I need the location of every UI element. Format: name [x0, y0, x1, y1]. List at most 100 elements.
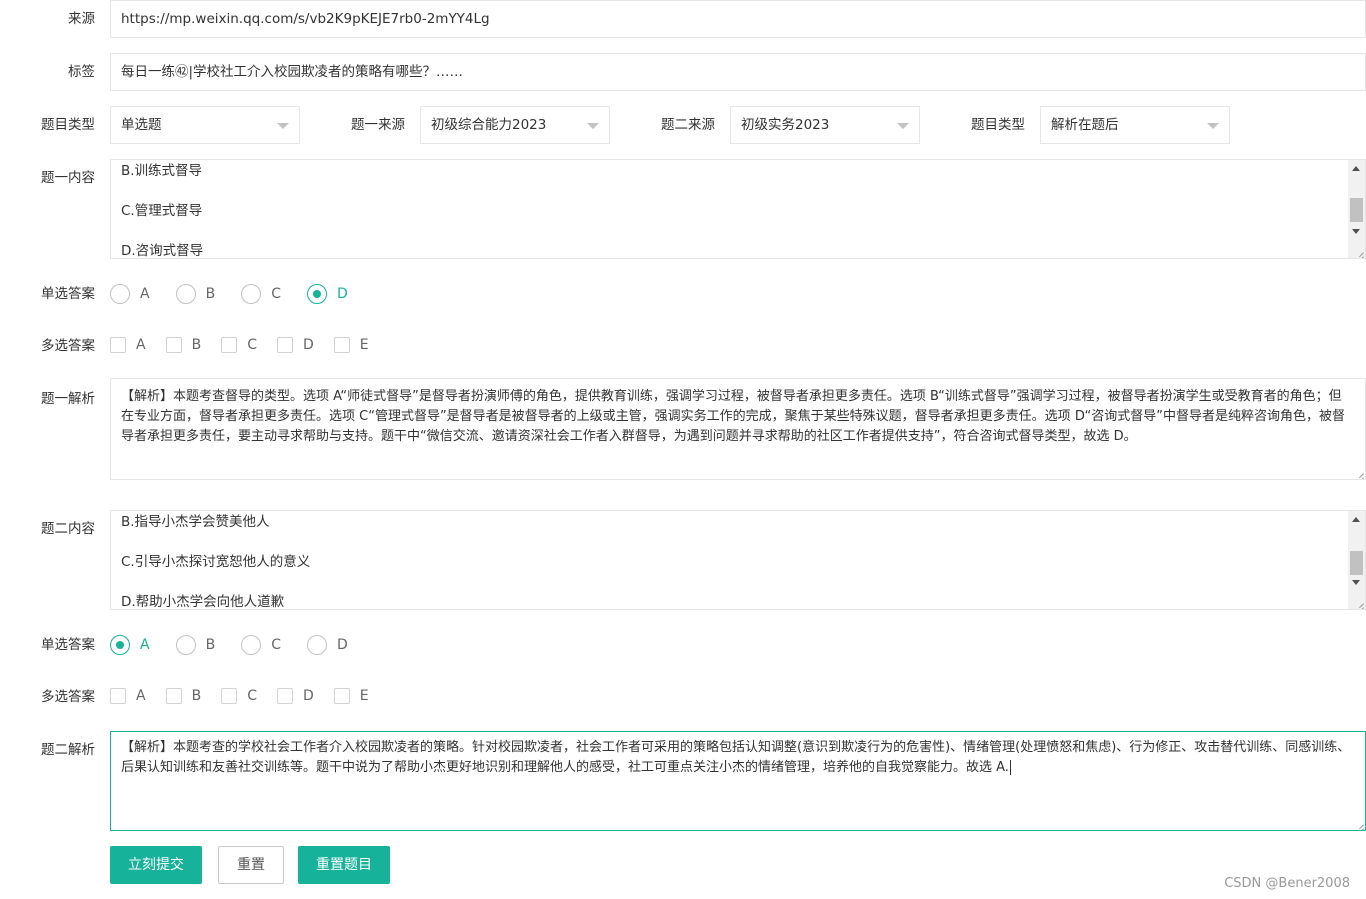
- q1-checkbox-a[interactable]: A: [110, 337, 146, 353]
- q2-checkbox-a[interactable]: A: [110, 688, 146, 704]
- checkbox-icon: [221, 337, 238, 353]
- q2-content-scrollbar[interactable]: [1348, 511, 1365, 609]
- q1-source-select[interactable]: 初级综合能力2023: [420, 106, 610, 144]
- checkbox-label: C: [247, 688, 257, 704]
- checkbox-label: C: [247, 337, 257, 353]
- q2-analysis-textarea[interactable]: 【解析】本题考查的学校社会工作者介入校园欺凌者的策略。针对校园欺凌者，社会工作者…: [110, 731, 1366, 831]
- checkbox-icon: [221, 688, 238, 704]
- radio-checked-icon: [306, 284, 327, 304]
- q2-analysis-text: 【解析】本题考查的学校社会工作者介入校园欺凌者的策略。针对校园欺凌者，社会工作者…: [121, 740, 1351, 775]
- checkbox-label: B: [191, 337, 202, 353]
- checkbox-icon: [110, 337, 126, 353]
- q1-analysis-textarea[interactable]: 【解析】本题考查督导的类型。选项 A“师徒式督导”是督导者扮演师傅的角色，提供教…: [110, 378, 1366, 480]
- resize-handle-icon[interactable]: [1354, 598, 1364, 608]
- q1-source-label: 题一来源: [351, 117, 405, 133]
- checkbox-label: E: [359, 337, 369, 353]
- question-type-value: 单选题: [121, 117, 162, 133]
- checkbox-label: A: [136, 688, 146, 704]
- resize-handle-icon[interactable]: [1354, 247, 1364, 257]
- checkbox-label: D: [302, 337, 314, 353]
- analysis-type-label: 题目类型: [971, 117, 1025, 133]
- source-label: 来源: [68, 11, 95, 27]
- q1-multi-answer-label: 多选答案: [41, 338, 95, 354]
- checkbox-icon: [165, 337, 182, 353]
- q1-radio-b[interactable]: B: [175, 284, 216, 304]
- q2-radio-b[interactable]: B: [175, 635, 216, 655]
- radio-circle-icon: [110, 284, 130, 304]
- q2-checkbox-e[interactable]: E: [333, 688, 369, 704]
- question-type-select[interactable]: 单选题: [110, 106, 300, 144]
- q2-source-label: 题二来源: [661, 117, 715, 133]
- checkbox-icon: [276, 337, 293, 353]
- scroll-up-icon[interactable]: [1352, 517, 1360, 522]
- checkbox-icon: [165, 688, 182, 704]
- q1-source-value: 初级综合能力2023: [431, 117, 547, 133]
- q2-checkbox-d[interactable]: D: [276, 688, 314, 704]
- scroll-thumb[interactable]: [1350, 198, 1363, 222]
- q2-checkbox-c[interactable]: C: [221, 688, 257, 704]
- checkbox-icon: [333, 688, 350, 704]
- analysis-type-select[interactable]: 解析在题后: [1040, 106, 1230, 144]
- checkbox-label: D: [302, 688, 314, 704]
- checkbox-label: A: [136, 337, 146, 353]
- q2-analysis-text-wrap: 【解析】本题考查的学校社会工作者介入校园欺凌者的策略。针对校园欺凌者，社会工作者…: [121, 738, 1353, 778]
- q2-option-line: D.帮助小杰学会向他人道歉: [121, 594, 285, 610]
- radio-label: C: [271, 637, 281, 653]
- resize-handle-icon[interactable]: [1354, 468, 1364, 478]
- radio-circle-icon: [175, 284, 196, 304]
- q1-checkbox-e[interactable]: E: [333, 337, 369, 353]
- scroll-down-icon[interactable]: [1352, 580, 1360, 585]
- q1-checkbox-d[interactable]: D: [276, 337, 314, 353]
- checkbox-icon: [276, 688, 293, 704]
- q2-single-answer-group: A B C D: [110, 635, 374, 655]
- reset-button[interactable]: 重置: [218, 846, 284, 884]
- radio-circle-icon: [241, 284, 262, 304]
- chevron-down-icon: [1207, 123, 1219, 129]
- q1-analysis-label: 题一解析: [41, 391, 95, 407]
- q1-content-textarea[interactable]: B.训练式督导 C.管理式督导 D.咨询式督导: [110, 159, 1366, 259]
- radio-label: C: [271, 286, 281, 302]
- q1-radio-d[interactable]: D: [306, 284, 348, 304]
- q1-option-line: C.管理式督导: [121, 203, 203, 219]
- q1-single-answer-group: A B C D: [110, 284, 374, 304]
- checkbox-label: E: [359, 688, 369, 704]
- radio-label: A: [140, 286, 150, 302]
- tag-input[interactable]: 每日一练㊷|学校社工介入校园欺凌者的策略有哪些？……: [110, 53, 1366, 91]
- scroll-thumb[interactable]: [1350, 551, 1363, 575]
- submit-button[interactable]: 立刻提交: [110, 846, 202, 884]
- q2-option-line: B.指导小杰学会赞美他人: [121, 514, 270, 530]
- radio-label: D: [336, 637, 348, 653]
- resize-handle-icon[interactable]: [1354, 819, 1364, 829]
- q2-content-textarea[interactable]: B.指导小杰学会赞美他人 C.引导小杰探讨宽恕他人的意义 D.帮助小杰学会向他人…: [110, 510, 1366, 610]
- q1-option-line: D.咨询式督导: [121, 243, 204, 259]
- radio-label: A: [140, 637, 150, 653]
- q1-content-scrollbar[interactable]: [1348, 160, 1365, 258]
- q1-radio-c[interactable]: C: [241, 284, 281, 304]
- chevron-down-icon: [897, 123, 909, 129]
- scroll-up-icon[interactable]: [1352, 166, 1360, 171]
- radio-checked-icon: [110, 635, 130, 655]
- text-caret: [1009, 760, 1011, 775]
- source-input[interactable]: https://mp.weixin.qq.com/s/vb2K9pKEJE7rb…: [110, 0, 1366, 38]
- q2-checkbox-b[interactable]: B: [165, 688, 202, 704]
- checkbox-label: B: [191, 688, 202, 704]
- q1-checkbox-c[interactable]: C: [221, 337, 257, 353]
- q1-checkbox-b[interactable]: B: [165, 337, 202, 353]
- q1-radio-a[interactable]: A: [110, 284, 150, 304]
- q2-radio-c[interactable]: C: [241, 635, 281, 655]
- scroll-down-icon[interactable]: [1352, 229, 1360, 234]
- radio-label: B: [205, 637, 216, 653]
- tag-label: 标签: [68, 64, 95, 80]
- q2-source-select[interactable]: 初级实务2023: [730, 106, 920, 144]
- q2-source-value: 初级实务2023: [741, 117, 830, 133]
- q2-analysis-label: 题二解析: [41, 742, 95, 758]
- q2-radio-a[interactable]: A: [110, 635, 150, 655]
- watermark: CSDN @Bener2008: [1224, 876, 1350, 891]
- q2-radio-d[interactable]: D: [306, 635, 348, 655]
- radio-label: B: [205, 286, 216, 302]
- chevron-down-icon: [587, 123, 599, 129]
- reset-question-button[interactable]: 重置题目: [298, 846, 390, 884]
- q1-analysis-text: 【解析】本题考查督导的类型。选项 A“师徒式督导”是督导者扮演师傅的角色，提供教…: [121, 389, 1346, 444]
- q1-single-answer-label: 单选答案: [41, 286, 95, 302]
- q1-option-line: B.训练式督导: [121, 163, 203, 179]
